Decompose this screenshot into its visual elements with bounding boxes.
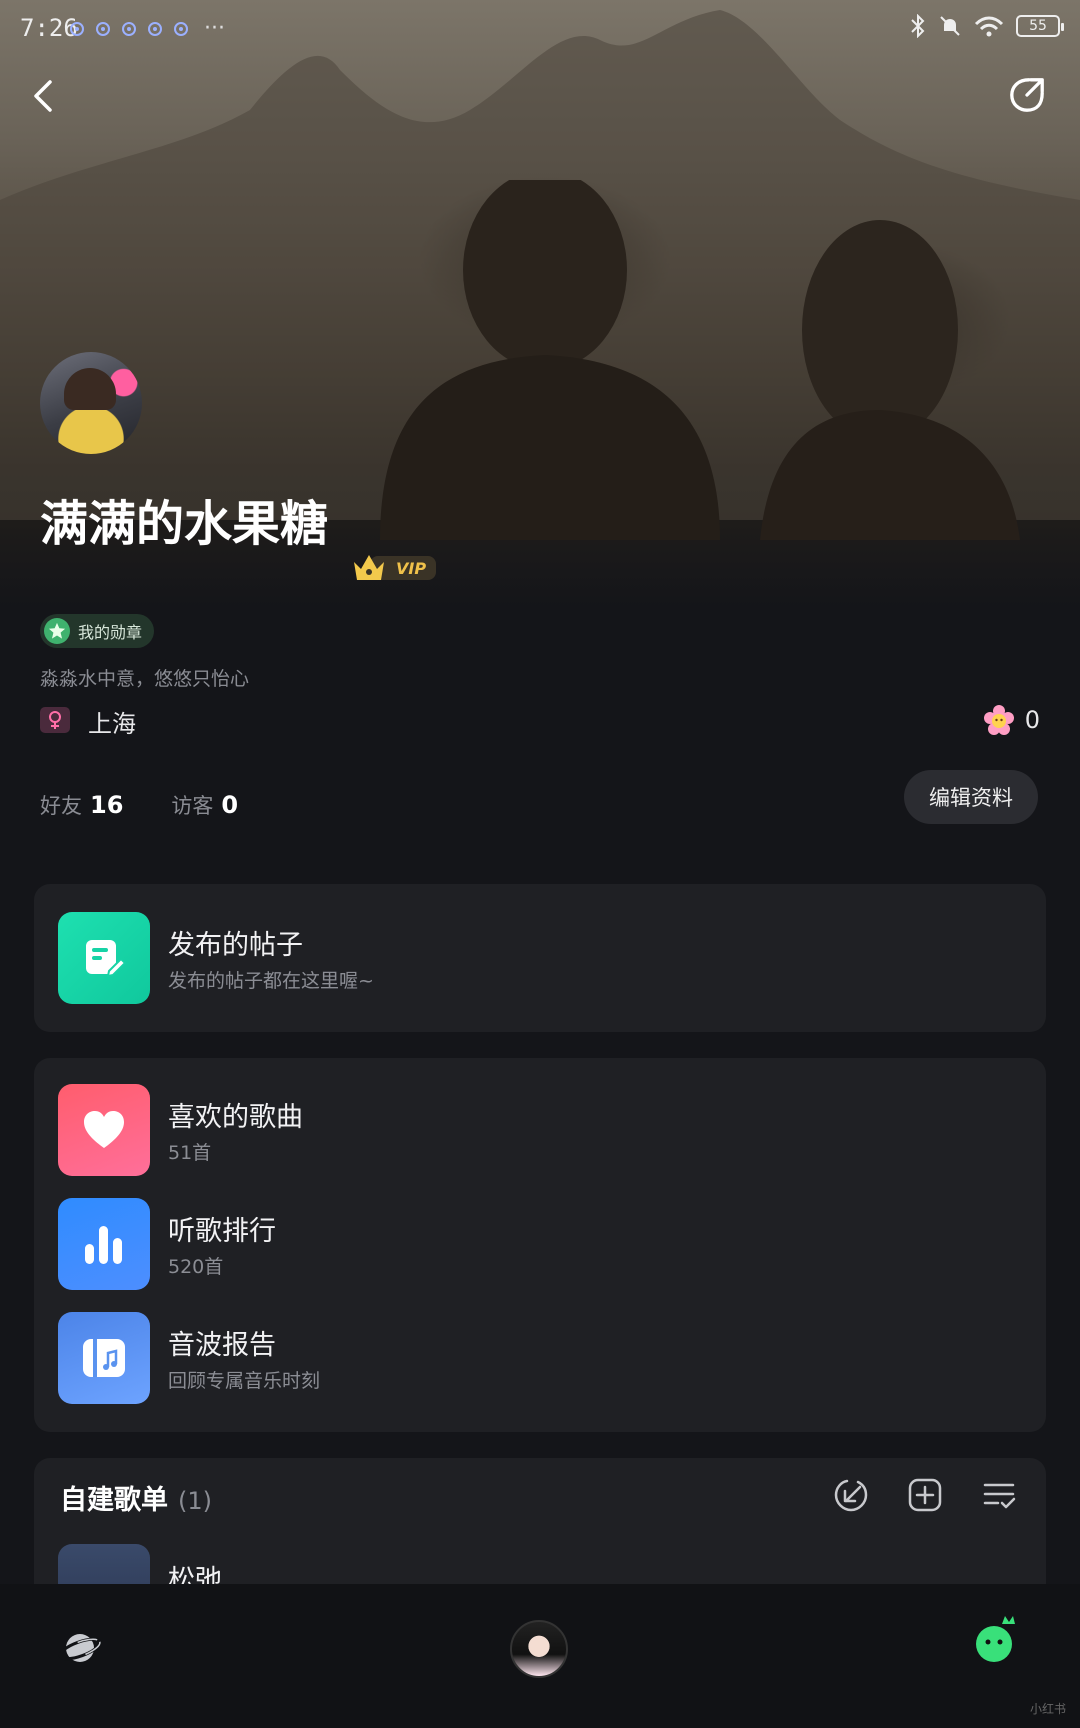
friends-stat[interactable]: 好友 16 [40, 790, 123, 820]
music-report-subtitle: 回顾专属音乐时刻 [168, 1370, 321, 1392]
posts-subtitle: 发布的帖子都在这里喔~ [168, 970, 374, 992]
add-playlist-icon[interactable] [908, 1478, 942, 1512]
posts-card[interactable]: 发布的帖子 发布的帖子都在这里喔~ [34, 884, 1046, 1032]
visitors-count: 0 [221, 791, 239, 819]
notification-icon [174, 21, 188, 36]
import-playlist-icon[interactable] [834, 1478, 868, 1512]
bar-chart-icon [58, 1198, 150, 1290]
bottom-nav-bar [0, 1584, 1080, 1728]
notification-icon [70, 21, 84, 36]
wifi-icon [974, 16, 1004, 37]
post-edit-icon [58, 912, 150, 1004]
flower-count-value: 0 [1024, 706, 1040, 734]
profile-avatar[interactable] [40, 352, 142, 454]
playlists-title: 自建歌单 [60, 1485, 168, 1516]
vip-label: VIP [396, 559, 426, 578]
flower-counter[interactable]: 0 [983, 704, 1040, 736]
profile-city: 上海 [88, 710, 136, 738]
now-playing-avatar[interactable] [510, 1620, 568, 1678]
planet-discover-icon[interactable] [58, 1628, 102, 1668]
notification-icon [122, 21, 136, 36]
watermark-text: 小红书 [1029, 1702, 1066, 1716]
medal-button[interactable]: 我的勋章 [40, 614, 155, 648]
mascot-profile-icon[interactable] [972, 1612, 1020, 1666]
back-arrow-icon[interactable] [24, 76, 64, 116]
music-report-title: 音波报告 [168, 1330, 276, 1361]
visitors-label: 访客 [171, 794, 214, 818]
listen-ranking-title: 听歌排行 [168, 1216, 276, 1247]
flower-icon [983, 705, 1014, 735]
music-report-icon [58, 1312, 150, 1404]
profile-name: 满满的水果糖 [40, 496, 329, 552]
friends-count: 16 [90, 791, 124, 819]
liked-songs-count: 51首 [168, 1142, 212, 1164]
listen-ranking-row[interactable]: 听歌排行 520首 [58, 1198, 276, 1290]
edit-profile-button[interactable]: 编辑资料 [904, 770, 1038, 824]
people-silhouette [380, 180, 1020, 540]
medal-label: 我的勋章 [78, 623, 143, 642]
posts-title: 发布的帖子 [168, 930, 303, 961]
heart-icon [58, 1084, 150, 1176]
status-bar: 7:26 ··· 55 [0, 0, 1080, 56]
female-gender-icon [40, 707, 70, 733]
playlists-count: (1) [178, 1487, 212, 1515]
liked-songs-title: 喜欢的歌曲 [168, 1102, 303, 1133]
music-card: 喜欢的歌曲 51首 听歌排行 520首 音波报告 回顾专属音乐时刻 [34, 1058, 1046, 1432]
notification-icons: ··· [70, 16, 225, 41]
friends-label: 好友 [40, 794, 82, 818]
music-report-row[interactable]: 音波报告 回顾专属音乐时刻 [58, 1312, 320, 1404]
profile-signature: 淼淼水中意，悠悠只怡心 [40, 668, 250, 690]
listen-ranking-count: 520首 [168, 1256, 224, 1278]
notification-icon [148, 21, 162, 36]
bluetooth-icon [911, 14, 925, 38]
star-icon [44, 618, 70, 644]
share-icon[interactable] [1008, 76, 1046, 114]
battery-level: 55 [1029, 18, 1047, 34]
vip-badge[interactable]: VIP [352, 550, 438, 586]
battery-icon: 55 [1016, 15, 1064, 37]
mute-bell-icon [940, 16, 960, 36]
liked-songs-row[interactable]: 喜欢的歌曲 51首 [58, 1084, 303, 1176]
more-notifications-icon: ··· [204, 16, 225, 41]
profile-cover-photo[interactable] [0, 0, 1080, 760]
playlists-header: 自建歌单 (1) [60, 1478, 212, 1517]
visitors-stat[interactable]: 访客 0 [171, 790, 238, 820]
posts-row[interactable]: 发布的帖子 发布的帖子都在这里喔~ [58, 912, 374, 1004]
manage-playlist-icon[interactable] [982, 1478, 1016, 1512]
profile-stats: 好友 16 访客 0 [40, 790, 238, 820]
notification-icon [96, 21, 110, 36]
